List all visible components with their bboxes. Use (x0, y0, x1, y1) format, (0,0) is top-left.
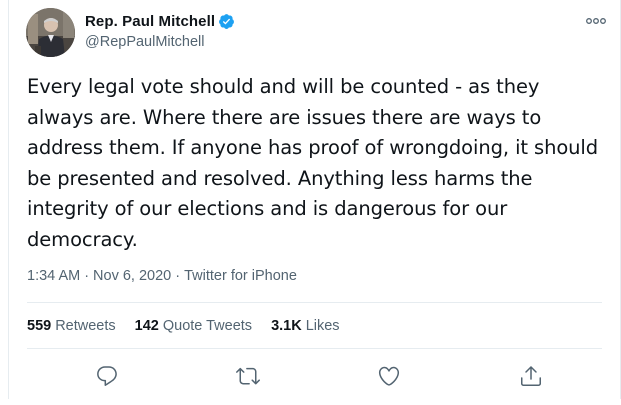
tweet-date[interactable]: Nov 6, 2020 (93, 268, 171, 284)
stats-row: 559 Retweets 142 Quote Tweets 3.1K Likes (27, 316, 359, 336)
heart-icon (378, 366, 400, 386)
likes-count: 3.1K (271, 318, 302, 334)
retweet-icon (236, 367, 260, 385)
reply-icon (97, 366, 117, 386)
quote-tweets-count: 142 (134, 318, 159, 334)
tweet-text: Every legal vote should and will be coun… (27, 75, 599, 251)
meta-separator: · (175, 268, 181, 284)
user-handle[interactable]: @RepPaulMitchell (85, 32, 235, 52)
verified-badge-icon (218, 13, 235, 30)
divider (27, 348, 602, 349)
user-block: Rep. Paul Mitchell @RepPaulMitchell (85, 11, 235, 52)
actions-row (27, 358, 602, 394)
retweets-count: 559 (27, 318, 52, 334)
display-name[interactable]: Rep. Paul Mitchell (85, 13, 215, 30)
avatar[interactable] (26, 7, 75, 57)
tweet-card: Rep. Paul Mitchell @RepPaulMitchell Ever… (8, 0, 621, 399)
retweets-stat[interactable]: 559 Retweets (27, 318, 116, 334)
meta-separator: · (84, 268, 90, 284)
tweet-header: Rep. Paul Mitchell @RepPaulMitchell (26, 7, 235, 57)
quote-tweets-label: Quote Tweets (162, 318, 253, 334)
quote-tweets-stat[interactable]: 142 Quote Tweets (135, 318, 252, 334)
profile-photo-icon (26, 7, 75, 57)
more-options-icon[interactable] (585, 13, 607, 29)
like-button[interactable] (377, 364, 401, 388)
likes-label: Likes (305, 318, 340, 334)
retweets-label: Retweets (55, 318, 116, 334)
likes-stat[interactable]: 3.1K Likes (271, 318, 340, 334)
name-line: Rep. Paul Mitchell (85, 11, 235, 32)
tweet-source[interactable]: Twitter for iPhone (184, 268, 297, 284)
retweet-button[interactable] (236, 364, 260, 388)
tweet-meta: 1:34 AM · Nov 6, 2020 · Twitter for iPhone (27, 266, 297, 286)
divider (27, 302, 602, 303)
reply-button[interactable] (95, 364, 119, 388)
tweet-time[interactable]: 1:34 AM (27, 268, 80, 284)
share-button[interactable] (519, 364, 543, 388)
share-icon (521, 366, 541, 386)
